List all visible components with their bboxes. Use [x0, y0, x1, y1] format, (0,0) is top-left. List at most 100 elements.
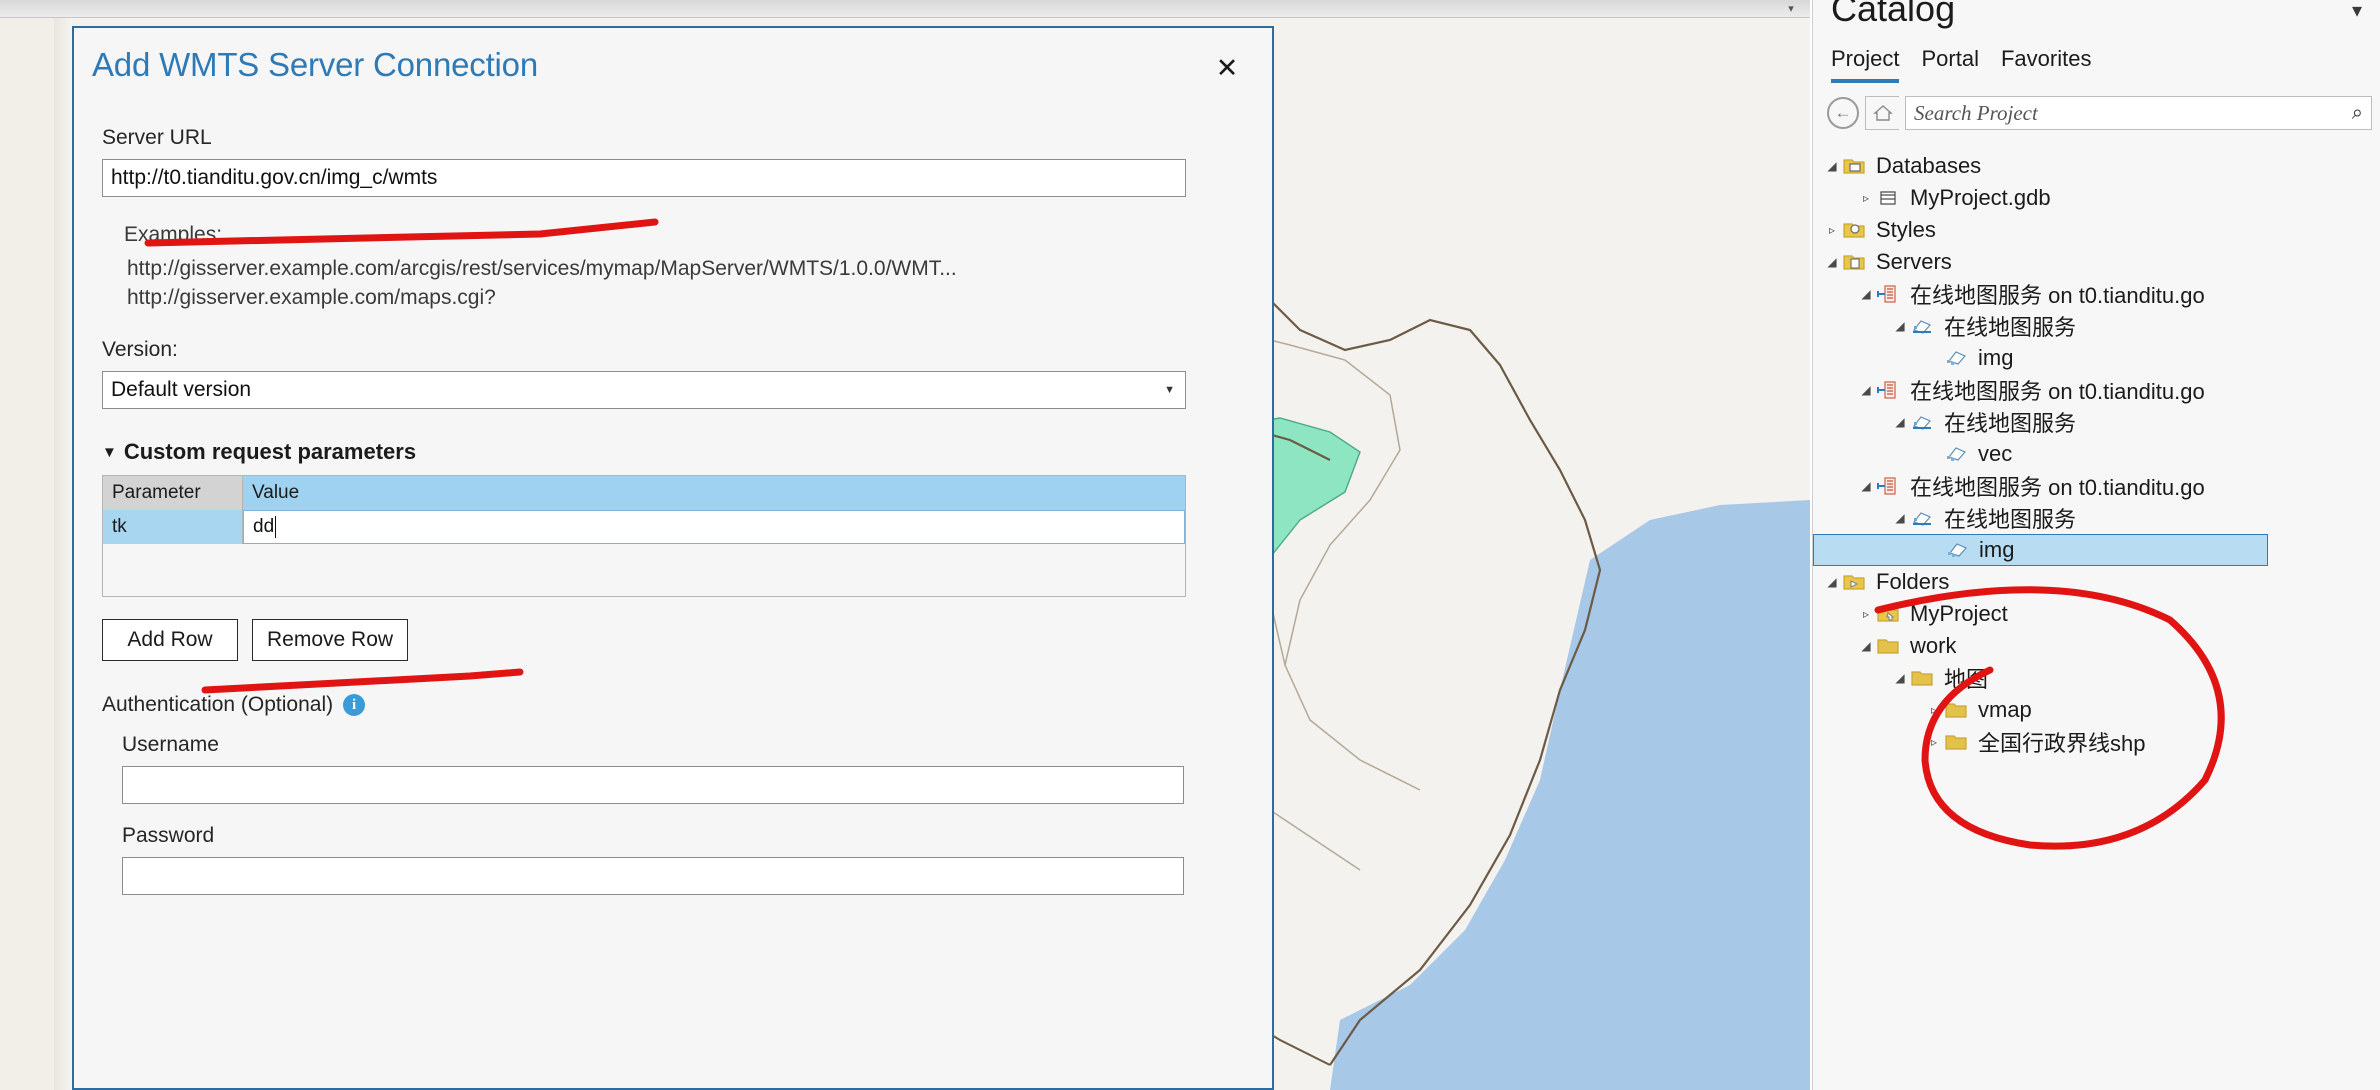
- tree-item-label: 在线地图服务 on t0.tianditu.gov.cn.wmts: [1910, 475, 2205, 500]
- catalog-tree[interactable]: ◢ Databases ▹ MyProject.gdb ▹ Styles ◢ Servers ◢…: [1813, 150, 2380, 1090]
- tree-item[interactable]: ◢ 在线地图服务 on t0.tianditu.gov.cn(2).wmts: [1813, 374, 2380, 406]
- back-arrow-icon[interactable]: ←: [1827, 97, 1859, 129]
- tree-item-label: 在线地图服务: [1944, 411, 2077, 436]
- dialog-titlebar: Add WMTS Server Connection ✕: [74, 28, 1272, 100]
- chevron-down-icon: ▼: [1164, 384, 1175, 397]
- twisty-collapsed-icon[interactable]: ▹: [1857, 191, 1875, 205]
- home-folder-icon: [1875, 603, 1901, 625]
- text-caret: [275, 516, 277, 539]
- twisty-expanded-icon[interactable]: ◢: [1891, 511, 1909, 525]
- table-empty-area[interactable]: [103, 544, 1185, 597]
- styles-folder-icon: [1841, 219, 1867, 241]
- tree-item-label: 在线地图服务: [1944, 507, 2077, 532]
- tree-item-label: 地图: [1944, 667, 1989, 692]
- password-field[interactable]: [122, 857, 1184, 896]
- examples-block: Examples: http://gisserver.example.com/a…: [124, 223, 1244, 312]
- raster-layer-icon: [1944, 539, 1970, 561]
- tree-item[interactable]: ◢ Folders: [1813, 566, 2380, 598]
- tree-item[interactable]: ◢ Servers: [1813, 246, 2380, 278]
- tree-item[interactable]: ▹ MyProject.gdb: [1813, 182, 2380, 214]
- tree-item-label: MyProject.gdb: [1910, 185, 2051, 210]
- username-label: Username: [122, 733, 219, 757]
- chevron-down-icon: ▼: [102, 443, 117, 461]
- table-button-row: Add Row Remove Row: [102, 619, 1244, 662]
- tab-portal[interactable]: Portal: [1921, 46, 1978, 79]
- tree-item[interactable]: ▹ Styles: [1813, 214, 2380, 246]
- dialog-body: Server URL http://t0.tianditu.gov.cn/img…: [74, 100, 1272, 1088]
- home-icon[interactable]: [1865, 96, 1899, 130]
- tree-item[interactable]: ◢ work: [1813, 630, 2380, 662]
- version-select[interactable]: Default version ▼: [102, 371, 1186, 410]
- close-icon[interactable]: ✕: [1204, 48, 1250, 88]
- twisty-collapsed-icon[interactable]: ▹: [1857, 607, 1875, 621]
- folder-icon: [1875, 635, 1901, 657]
- twisty-expanded-icon[interactable]: ◢: [1891, 415, 1909, 429]
- geodatabase-icon: [1875, 187, 1901, 209]
- server-url-input[interactable]: http://t0.tianditu.gov.cn/img_c/wmts: [102, 159, 1186, 197]
- twisty-expanded-icon[interactable]: ◢: [1823, 159, 1841, 173]
- custom-request-parameters-header[interactable]: ▼ Custom request parameters: [102, 439, 1244, 465]
- catalog-header: Catalog ▾: [1813, 0, 2380, 46]
- cell-parameter-name[interactable]: tk: [103, 510, 243, 545]
- tree-item[interactable]: ◢ 在线地图服务: [1813, 310, 2380, 342]
- table-row[interactable]: tk dd: [103, 510, 1185, 545]
- twisty-collapsed-icon[interactable]: ▹: [1823, 223, 1841, 237]
- tree-item[interactable]: vec: [1813, 438, 2380, 470]
- twisty-collapsed-icon[interactable]: ▹: [1925, 735, 1943, 749]
- folder-icon: [1943, 731, 1969, 753]
- tab-favorites[interactable]: Favorites: [2001, 46, 2091, 79]
- server-connection-icon: [1875, 283, 1901, 305]
- tree-item[interactable]: ◢ 在线地图服务: [1813, 406, 2380, 438]
- tree-item[interactable]: ▹ 全国行政界线shp: [1813, 726, 2380, 758]
- twisty-collapsed-icon[interactable]: ▹: [1925, 703, 1943, 717]
- tree-item[interactable]: ▹ vmap: [1813, 694, 2380, 726]
- remove-row-button[interactable]: Remove Row: [252, 619, 409, 662]
- catalog-search-row: ← Search Project ⌕: [1813, 88, 2380, 130]
- server-url-label: Server URL: [102, 126, 212, 149]
- tree-item-label: work: [1910, 633, 1957, 658]
- twisty-expanded-icon[interactable]: ◢: [1891, 319, 1909, 333]
- raster-layer-icon: [1943, 443, 1969, 465]
- authentication-fields: Username Password: [122, 733, 1244, 896]
- cell-parameter-value[interactable]: dd: [243, 510, 1185, 545]
- twisty-expanded-icon[interactable]: ◢: [1857, 639, 1875, 653]
- twisty-expanded-icon[interactable]: ◢: [1857, 287, 1875, 301]
- column-header-parameter: Parameter: [103, 476, 243, 511]
- search-icon[interactable]: ⌕: [2352, 102, 2363, 125]
- tree-item[interactable]: ◢ 地图: [1813, 662, 2380, 694]
- custom-parameters-table: Parameter Value tk dd: [102, 475, 1186, 598]
- twisty-expanded-icon[interactable]: ◢: [1891, 671, 1909, 685]
- info-icon[interactable]: i: [343, 694, 366, 717]
- map-service-icon: [1909, 411, 1935, 433]
- tree-item-label: 在线地图服务 on t0.tianditu.gov.cn(1).wmts: [1910, 283, 2205, 308]
- servers-folder-icon: [1841, 251, 1867, 273]
- window-top-chrome: ▾: [0, 0, 1810, 18]
- add-row-button[interactable]: Add Row: [102, 619, 238, 662]
- tree-item[interactable]: ◢ 在线地图服务 on t0.tianditu.gov.cn.wmts: [1813, 470, 2380, 502]
- tree-item[interactable]: ▹ MyProject: [1813, 598, 2380, 630]
- twisty-expanded-icon[interactable]: ◢: [1823, 255, 1841, 269]
- tree-item-label: Databases: [1876, 153, 1982, 178]
- tree-item-label: img: [1979, 537, 2015, 562]
- twisty-expanded-icon[interactable]: ◢: [1857, 479, 1875, 493]
- tree-item[interactable]: img: [1813, 342, 2380, 374]
- tree-item[interactable]: ◢ 在线地图服务: [1813, 502, 2380, 534]
- tab-project[interactable]: Project: [1831, 46, 1900, 83]
- tree-item[interactable]: ◢ 在线地图服务 on t0.tianditu.gov.cn(1).wmts: [1813, 278, 2380, 310]
- tree-item[interactable]: img: [1813, 534, 2268, 566]
- tree-item-label: MyProject: [1910, 601, 2008, 626]
- twisty-expanded-icon[interactable]: ◢: [1823, 575, 1841, 589]
- username-field[interactable]: [122, 766, 1184, 805]
- password-label: Password: [122, 824, 215, 848]
- twisty-placeholder: [1926, 543, 1944, 557]
- tree-item-label: Folders: [1876, 569, 1950, 594]
- tree-item[interactable]: ◢ Databases: [1813, 150, 2380, 182]
- tree-item-label: 全国行政界线shp: [1978, 731, 2146, 756]
- twisty-expanded-icon[interactable]: ◢: [1857, 383, 1875, 397]
- chevron-down-icon[interactable]: ▾: [2352, 0, 2362, 23]
- scroll-down-icon[interactable]: ▾: [1784, 2, 1798, 16]
- tree-item-label: img: [1978, 345, 2014, 370]
- column-header-value: Value: [252, 482, 300, 504]
- search-input[interactable]: Search Project ⌕: [1905, 96, 2372, 130]
- tree-item-label: Servers: [1876, 249, 1952, 274]
